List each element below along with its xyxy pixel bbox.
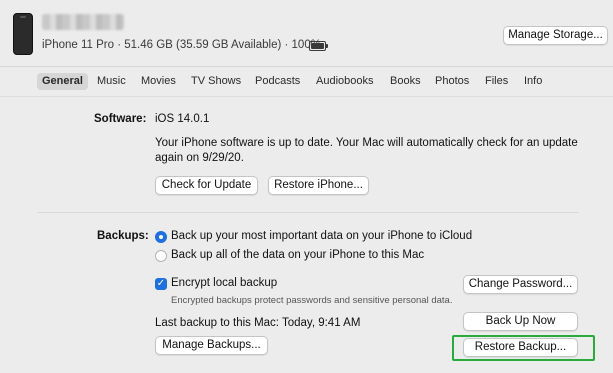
software-status-line1: Your iPhone software is up to date. Your… bbox=[155, 137, 578, 149]
tab-movies[interactable]: Movies bbox=[141, 73, 176, 90]
backup-icloud-radio[interactable] bbox=[155, 231, 167, 243]
device-info: iPhone 11 Pro · 51.46 GB (35.59 GB Avail… bbox=[42, 39, 321, 51]
tab-general[interactable]: General bbox=[37, 73, 88, 90]
device-name-redacted bbox=[42, 14, 124, 30]
check-for-update-button[interactable]: Check for Update bbox=[155, 176, 258, 195]
section-divider bbox=[38, 212, 578, 213]
restore-backup-highlight bbox=[452, 335, 595, 361]
tabs-divider bbox=[0, 96, 613, 97]
manage-storage-button[interactable]: Manage Storage... bbox=[503, 26, 608, 45]
software-label: Software: bbox=[94, 113, 147, 125]
backup-icloud-label[interactable]: Back up your most important data on your… bbox=[171, 230, 472, 242]
tab-music[interactable]: Music bbox=[97, 73, 126, 90]
tab-info[interactable]: Info bbox=[524, 73, 542, 90]
header-divider bbox=[0, 66, 613, 67]
tab-photos[interactable]: Photos bbox=[435, 73, 469, 90]
change-password-button[interactable]: Change Password... bbox=[463, 275, 578, 294]
backup-mac-radio[interactable] bbox=[155, 250, 167, 262]
encrypt-label[interactable]: Encrypt local backup bbox=[171, 277, 277, 289]
software-status-line2: again on 9/29/20. bbox=[155, 152, 244, 164]
tab-files[interactable]: Files bbox=[485, 73, 508, 90]
restore-iphone-button[interactable]: Restore iPhone... bbox=[268, 176, 369, 195]
backup-mac-label[interactable]: Back up all of the data on your iPhone t… bbox=[171, 249, 424, 261]
backups-label: Backups: bbox=[97, 230, 149, 242]
manage-backups-button[interactable]: Manage Backups... bbox=[155, 336, 268, 355]
back-up-now-button[interactable]: Back Up Now bbox=[463, 312, 578, 331]
software-version: iOS 14.0.1 bbox=[155, 113, 210, 125]
tab-audiobooks[interactable]: Audiobooks bbox=[316, 73, 374, 90]
battery-icon bbox=[309, 41, 328, 51]
last-backup-text: Last backup to this Mac: Today, 9:41 AM bbox=[155, 317, 361, 329]
tab-books[interactable]: Books bbox=[390, 73, 421, 90]
encrypt-checkbox[interactable]: ✓ bbox=[155, 278, 167, 290]
tab-podcasts[interactable]: Podcasts bbox=[255, 73, 300, 90]
encrypt-note: Encrypted backups protect passwords and … bbox=[171, 295, 453, 306]
iphone-icon bbox=[13, 13, 33, 55]
tab-tv-shows[interactable]: TV Shows bbox=[191, 73, 241, 90]
